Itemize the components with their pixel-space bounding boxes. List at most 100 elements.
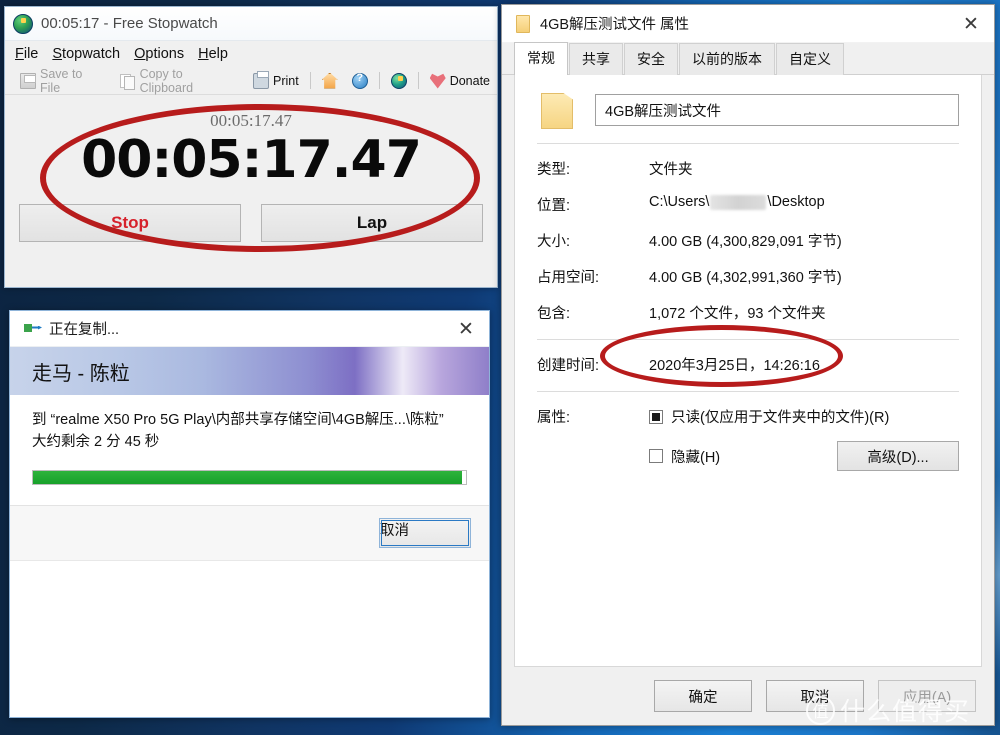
- copy-dialog-title: 正在复制...: [49, 322, 120, 338]
- stopwatch-window-title: 00:05:17 - Free Stopwatch: [41, 15, 218, 32]
- lap-button[interactable]: Lap: [261, 203, 483, 242]
- home-icon: [321, 72, 338, 89]
- stop-button[interactable]: Stop: [19, 203, 241, 242]
- toolbar-copy-to-clipboard[interactable]: Copy to Clipboard: [113, 67, 246, 95]
- toolbar-separator-3: [417, 72, 419, 89]
- field-created-value: 2020年3月25日，14:26:16: [649, 358, 820, 374]
- stopwatch-primary-time: 00:05:17.47: [81, 130, 422, 190]
- properties-dialog: 4GB解压测试文件 属性 ✕ 常规 共享 安全 以前的版本 自定义 4GB解压测…: [501, 4, 995, 726]
- field-created: 创建时间: 2020年3月25日，14:26:16: [537, 354, 959, 375]
- properties-window-title: 4GB解压测试文件 属性: [540, 17, 690, 33]
- stopwatch-toolbar: Save to File Copy to Clipboard Print Don…: [5, 67, 497, 95]
- toolbar-donate[interactable]: Donate: [423, 73, 497, 89]
- readonly-checkbox[interactable]: [649, 409, 663, 424]
- copy-progress-bar: [32, 469, 467, 485]
- tab-general[interactable]: 常规: [514, 42, 568, 75]
- field-contains-value: 1,072 个文件，93 个文件夹: [649, 306, 826, 322]
- toolbar-print[interactable]: Print: [246, 70, 306, 89]
- close-icon[interactable]: ✕: [445, 312, 487, 346]
- attributes-row: 属性: 只读(仅应用于文件夹中的文件)(R) 隐藏(H) 高级(D)...: [537, 406, 959, 471]
- copy-dialog-banner: 走马 - 陈粒: [10, 347, 489, 395]
- copy-dialog-main: 到 “realme X50 Pro 5G Play\内部共享存储空间\4GB解压…: [10, 395, 489, 485]
- properties-titlebar[interactable]: 4GB解压测试文件 属性 ✕: [502, 5, 994, 43]
- copy-dialog-titlebar[interactable]: 正在复制... ✕: [10, 311, 489, 347]
- stopwatch-menubar: File Stopwatch Options Help: [5, 41, 497, 67]
- copy-dialog-footer: 取消: [10, 504, 489, 560]
- copy-progress-dialog: 正在复制... ✕ 走马 - 陈粒 到 “realme X50 Pro 5G P…: [9, 310, 490, 718]
- folder-icon: [516, 14, 530, 33]
- toolbar-print-label: Print: [273, 73, 299, 88]
- location-suffix: \Desktop: [767, 194, 825, 210]
- toolbar-donate-label: Donate: [449, 73, 491, 88]
- stopwatch-titlebar[interactable]: 00:05:17 - Free Stopwatch: [5, 7, 497, 41]
- folder-name-row: 4GB解压测试文件: [537, 93, 959, 127]
- field-location-value: C:\Users\ \Desktop: [649, 194, 825, 210]
- divider-3: [537, 391, 959, 392]
- attributes-label: 属性:: [537, 410, 571, 426]
- toolbar-help[interactable]: [345, 72, 375, 89]
- ok-button[interactable]: 确定: [654, 680, 752, 712]
- field-size: 大小: 4.00 GB (4,300,829,091 字节): [537, 230, 959, 251]
- toolbar-separator-2: [378, 72, 380, 89]
- stopwatch-toolbar-icon: [390, 72, 407, 89]
- tab-sharing[interactable]: 共享: [569, 43, 623, 75]
- stopwatch-icon: [13, 13, 33, 34]
- current-file-name: 走马 - 陈粒: [32, 362, 130, 385]
- menu-help[interactable]: Help: [198, 44, 242, 64]
- properties-general-panel: 4GB解压测试文件 类型: 文件夹 位置: C:\Users\ \Desktop …: [514, 75, 982, 667]
- hidden-checkbox-row[interactable]: 隐藏(H): [649, 446, 720, 467]
- copy-remaining-line: 大约剩余 2 分 45 秒: [32, 434, 160, 451]
- field-size-on-disk-label: 占用空间:: [537, 270, 600, 286]
- field-created-label: 创建时间:: [537, 358, 600, 374]
- stopwatch-body: 00:05:17.47 00:05:17.47 Stop Lap: [5, 95, 497, 287]
- toolbar-home[interactable]: [315, 72, 345, 89]
- help-icon: [351, 72, 368, 89]
- field-contains-label: 包含:: [537, 306, 571, 322]
- field-size-on-disk-value: 4.00 GB (4,302,991,360 字节): [649, 270, 842, 286]
- readonly-checkbox-row[interactable]: 只读(仅应用于文件夹中的文件)(R): [649, 406, 959, 427]
- toolbar-separator: [309, 72, 311, 89]
- apply-button[interactable]: 应用(A): [878, 680, 976, 712]
- toolbar-stopwatch[interactable]: [384, 72, 414, 89]
- field-type: 类型: 文件夹: [537, 158, 959, 179]
- folder-name-input[interactable]: 4GB解压测试文件: [595, 94, 959, 126]
- field-location: 位置: C:\Users\ \Desktop: [537, 194, 959, 215]
- print-icon: [253, 70, 269, 89]
- field-size-value: 4.00 GB (4,300,829,091 字节): [649, 234, 842, 250]
- redacted-username: [710, 194, 767, 210]
- advanced-button[interactable]: 高级(D)...: [837, 441, 959, 471]
- tab-previous-versions[interactable]: 以前的版本: [679, 43, 775, 75]
- heart-icon: [429, 73, 446, 89]
- cancel-button[interactable]: 取消: [766, 680, 864, 712]
- toolbar-save-label: Save to File: [40, 66, 83, 95]
- tab-customize[interactable]: 自定义: [776, 43, 844, 75]
- readonly-label: 只读(仅应用于文件夹中的文件)(R): [671, 410, 890, 426]
- hidden-checkbox[interactable]: [649, 449, 663, 463]
- divider-2: [537, 339, 959, 340]
- copy-progress-fill: [33, 470, 462, 484]
- folder-icon-large: [537, 93, 577, 127]
- stopwatch-secondary-time: 00:05:17.47: [210, 111, 292, 130]
- copy-cancel-button[interactable]: 取消: [379, 517, 471, 548]
- menu-options[interactable]: Options: [134, 44, 198, 64]
- field-location-label: 位置:: [537, 198, 571, 214]
- field-contains: 包含: 1,072 个文件，93 个文件夹: [537, 302, 959, 323]
- properties-footer: 确定 取消 应用(A): [502, 667, 994, 725]
- menu-stopwatch[interactable]: Stopwatch: [52, 44, 134, 64]
- save-icon: [20, 72, 36, 89]
- copy-dialog-empty-area: [10, 559, 489, 717]
- field-type-value: 文件夹: [649, 162, 693, 178]
- menu-file[interactable]: File: [15, 44, 52, 64]
- location-prefix: C:\Users\: [649, 194, 710, 210]
- tab-security[interactable]: 安全: [624, 43, 678, 75]
- field-type-label: 类型:: [537, 162, 571, 178]
- stopwatch-window: 00:05:17 - Free Stopwatch File Stopwatch…: [4, 6, 498, 288]
- properties-tabs: 常规 共享 安全 以前的版本 自定义: [502, 42, 994, 75]
- close-icon[interactable]: ✕: [948, 6, 994, 42]
- toolbar-copy-label: Copy to Clipboard: [139, 66, 194, 95]
- toolbar-save-to-file[interactable]: Save to File: [13, 67, 113, 95]
- field-size-label: 大小:: [537, 234, 571, 250]
- copy-icon: [119, 73, 136, 90]
- field-size-on-disk: 占用空间: 4.00 GB (4,302,991,360 字节): [537, 266, 959, 287]
- copy-icon: [24, 322, 42, 336]
